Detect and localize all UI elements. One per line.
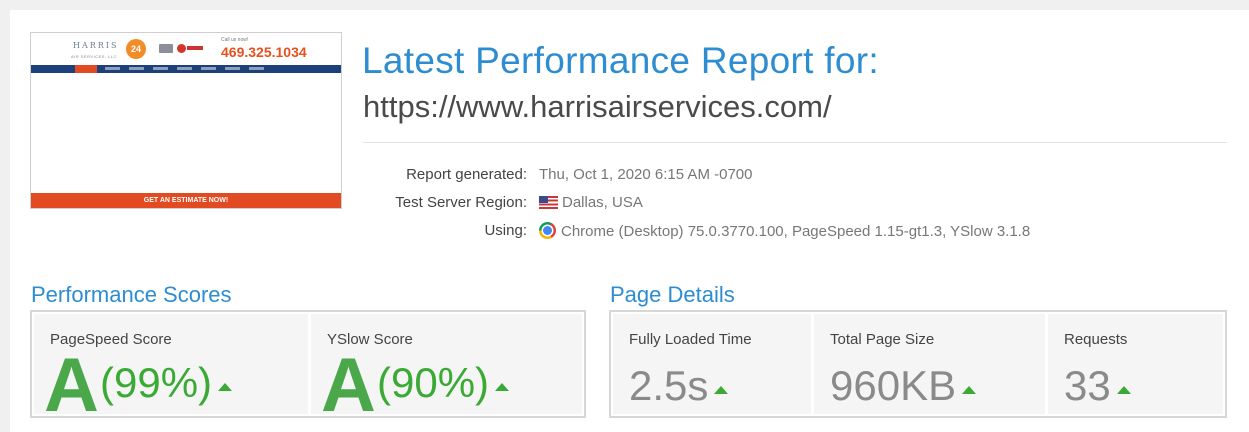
up-arrow-icon [495, 383, 510, 391]
pagespeed-percent-value: (99%) [100, 359, 213, 406]
thumbnail-badge-icon [177, 44, 186, 53]
performance-scores-title: Performance Scores [31, 282, 232, 307]
yslow-percent: (90%) [377, 358, 510, 408]
fully-loaded-time-cell[interactable]: Fully Loaded Time 2.5s [613, 314, 811, 414]
thumbnail-nav-item [225, 67, 240, 70]
total-page-size-value: 960KB [830, 362, 957, 409]
region-label: Test Server Region: [395, 194, 527, 211]
up-arrow-icon [1116, 386, 1131, 394]
thumbnail-phone: 469.325.1034 [221, 44, 307, 60]
total-page-size-cell[interactable]: Total Page Size 960KB [814, 314, 1045, 414]
pagespeed-score-cell[interactable]: PageSpeed Score A (99%) [34, 314, 308, 424]
up-arrow-icon [962, 386, 977, 394]
fully-loaded-time-label: Fully Loaded Time [629, 331, 752, 348]
thumbnail-nav-item [249, 67, 264, 70]
requests-label: Requests [1064, 331, 1128, 348]
region-value-wrap: Dallas, USA [539, 194, 643, 211]
us-flag-icon [539, 196, 558, 209]
thumbnail-nav-active [75, 65, 97, 73]
generated-label: Report generated: [406, 166, 527, 183]
yslow-percent-value: (90%) [377, 359, 490, 406]
thumbnail-call-label: Call us now! [221, 37, 249, 43]
report-title: Latest Performance Report for: [362, 40, 879, 81]
pagespeed-grade: A [44, 343, 99, 428]
meta-row-region: Test Server Region: Dallas, USA [350, 194, 1230, 214]
thumbnail-nav-item [129, 67, 144, 70]
thumbnail-header: HARRIS AIR SERVICES, LLC 24 Call us now!… [31, 33, 341, 65]
thumbnail-nav-item [201, 67, 216, 70]
region-value: Dallas, USA [562, 194, 643, 211]
meta-row-using: Using: Chrome (Desktop) 75.0.3770.100, P… [350, 222, 1230, 242]
site-screenshot-thumbnail[interactable]: HARRIS AIR SERVICES, LLC 24 Call us now!… [30, 32, 342, 209]
up-arrow-icon [714, 386, 729, 394]
using-label: Using: [484, 222, 527, 239]
thumbnail-nav-item [177, 67, 192, 70]
thumbnail-cta-bar: GET AN ESTIMATE NOW! [31, 193, 341, 208]
total-page-size-value-wrap: 960KB [830, 361, 977, 411]
thumbnail-nav-item [105, 67, 120, 70]
yslow-grade: A [321, 343, 376, 428]
thumbnail-logo: HARRIS [73, 41, 119, 50]
using-value: Chrome (Desktop) 75.0.3770.100, PageSpee… [561, 223, 1031, 240]
requests-cell[interactable]: Requests 33 [1048, 314, 1223, 414]
performance-scores-panel: PageSpeed Score A (99%) YSlow Score A (9… [30, 310, 586, 424]
up-arrow-icon [218, 383, 233, 391]
total-page-size-label: Total Page Size [830, 331, 935, 348]
requests-value-wrap: 33 [1064, 361, 1131, 411]
fully-loaded-time-value: 2.5s [629, 362, 709, 409]
generated-value: Thu, Oct 1, 2020 6:15 AM -0700 [539, 166, 753, 183]
thumbnail-nav-item [153, 67, 168, 70]
report-card: HARRIS AIR SERVICES, LLC 24 Call us now!… [10, 10, 1249, 432]
thumbnail-24-badge-icon: 24 [126, 39, 146, 59]
thumbnail-badge-icon [159, 44, 173, 53]
thumbnail-logo-sub: AIR SERVICES, LLC [71, 54, 117, 59]
fully-loaded-time-value-wrap: 2.5s [629, 361, 729, 411]
page-details-title: Page Details [610, 282, 735, 307]
header-divider [363, 142, 1227, 143]
meta-row-generated: Report generated: Thu, Oct 1, 2020 6:15 … [350, 166, 1230, 186]
report-url[interactable]: https://www.harrisairservices.com/ [363, 89, 832, 125]
pagespeed-percent: (99%) [100, 358, 233, 408]
using-value-wrap: Chrome (Desktop) 75.0.3770.100, PageSpee… [539, 222, 1030, 240]
thumbnail-nav-bar [31, 65, 341, 73]
requests-value: 33 [1064, 362, 1111, 409]
yslow-score-cell[interactable]: YSlow Score A (90%) [311, 314, 582, 424]
page-details-panel: Fully Loaded Time 2.5s Total Page Size 9… [609, 310, 1227, 418]
thumbnail-badge-icon [187, 46, 203, 50]
chrome-icon [539, 222, 556, 239]
